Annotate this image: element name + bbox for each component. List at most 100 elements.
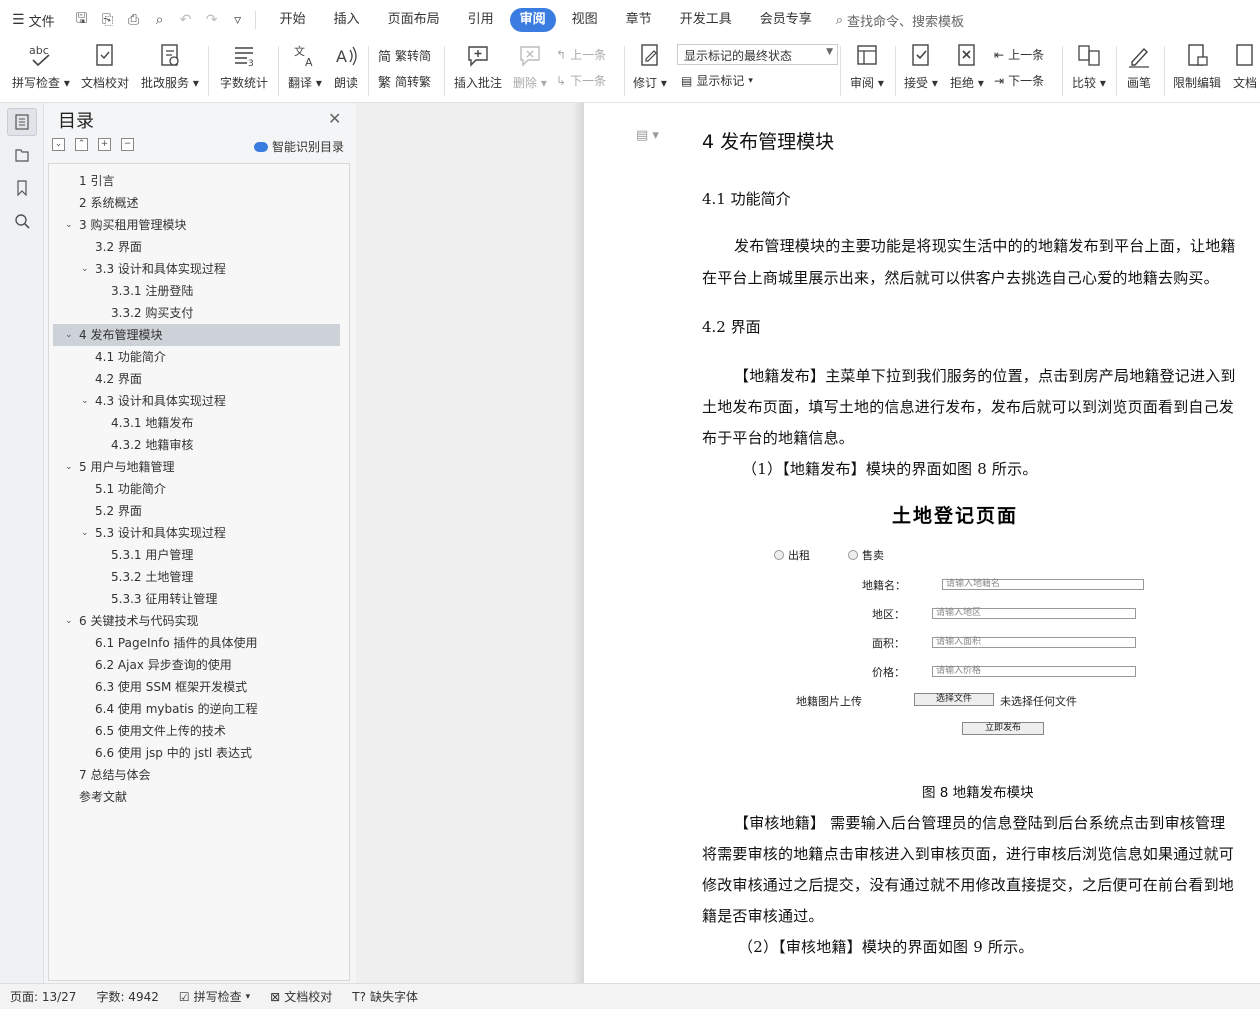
doc-proof-button[interactable]: 文档校对 xyxy=(81,40,129,91)
redo-icon[interactable]: ↷ xyxy=(203,12,221,28)
paragraph-menu-icon[interactable]: ▤ ▾ xyxy=(636,128,659,143)
tab-references[interactable]: 引用 xyxy=(456,8,506,32)
toc-item[interactable]: 5.1 功能简介 xyxy=(53,478,340,500)
toc-item[interactable]: 4.3.1 地籍发布 xyxy=(53,412,340,434)
trad-to-simp-button[interactable]: 简 繁转简 xyxy=(378,46,431,65)
document-page[interactable]: ▤ ▾ 4 发布管理模块 4.1 功能简介 发布管理模块的主要功能是将现实生活中… xyxy=(584,103,1260,983)
translate-button[interactable]: 文A 翻译 ▾ xyxy=(288,40,322,91)
word-count-indicator[interactable]: 字数: 4942 xyxy=(86,988,168,1005)
chevron-down-icon[interactable]: ⌄ xyxy=(81,258,89,280)
tab-view[interactable]: 视图 xyxy=(560,8,610,32)
toc-item[interactable]: 3.3.1 注册登陆 xyxy=(53,280,340,302)
compare-button[interactable]: 比较 ▾ xyxy=(1072,40,1106,91)
label-name: 地籍名： xyxy=(862,579,906,592)
save-icon[interactable]: 🖫 xyxy=(73,8,91,32)
tab-review[interactable]: 审阅 xyxy=(509,8,556,32)
tab-developer[interactable]: 开发工具 xyxy=(668,8,744,32)
toc-item[interactable]: 5.3.3 征用转让管理 xyxy=(53,588,340,610)
read-aloud-button[interactable]: A 朗读 xyxy=(333,40,359,91)
command-search[interactable]: ⌕ 查找命令、搜索模板 xyxy=(836,11,964,30)
toc-item[interactable]: 4.1 功能简介 xyxy=(53,346,340,368)
print-icon[interactable]: ⎙ xyxy=(125,12,143,28)
word-count-button[interactable]: 3 字数统计 xyxy=(220,40,268,91)
toc-item[interactable]: 5.2 界面 xyxy=(53,500,340,522)
bookmark-icon[interactable] xyxy=(7,174,37,202)
input-name: 请输入地籍名 xyxy=(942,579,1144,590)
next-change-button[interactable]: ⇥ 下一条 xyxy=(994,72,1044,89)
restrict-edit-button[interactable]: 限制编辑 xyxy=(1173,40,1221,91)
smart-toc-button[interactable]: 智能识别目录 xyxy=(254,138,344,155)
insert-comment-label: 插入批注 xyxy=(454,76,503,90)
annotate-service-button[interactable]: 批改服务 ▾ xyxy=(141,40,199,91)
print-preview-icon[interactable]: ⌕ xyxy=(151,12,169,28)
add-heading-icon[interactable]: + xyxy=(98,138,111,151)
reject-button[interactable]: 拒绝 ▾ xyxy=(950,40,984,91)
toc-item[interactable]: 6.5 使用文件上传的技术 xyxy=(53,720,340,742)
customize-qa-icon[interactable]: ▿ xyxy=(229,12,247,28)
collapse-all-icon[interactable]: ⌃ xyxy=(75,138,88,151)
chevron-down-icon[interactable]: ⌄ xyxy=(65,456,73,478)
toc-item[interactable]: 6.3 使用 SSM 框架开发模式 xyxy=(53,676,340,698)
review-pane-button[interactable]: 审阅 ▾ xyxy=(850,40,884,91)
missing-font-status[interactable]: T? 缺失字体 xyxy=(342,988,428,1005)
doc-rights-button[interactable]: 文档 xyxy=(1232,40,1258,91)
chevron-down-icon[interactable]: ⌄ xyxy=(65,324,73,346)
export-pdf-icon[interactable]: ⎘ xyxy=(99,12,117,28)
ink-button[interactable]: 画笔 xyxy=(1126,40,1152,91)
toc-item[interactable]: 4.3.2 地籍审核 xyxy=(53,434,340,456)
toc-item[interactable]: 1 引言 xyxy=(53,170,340,192)
expand-all-icon[interactable]: ⌄ xyxy=(52,138,65,151)
toc-item[interactable]: 2 系统概述 xyxy=(53,192,340,214)
toc-item[interactable]: 6.4 使用 mybatis 的逆向工程 xyxy=(53,698,340,720)
delete-comment-button[interactable]: 删除 ▾ xyxy=(513,40,547,91)
toc-item[interactable]: ⌄ 6 关键技术与代码实现 xyxy=(53,610,340,632)
tab-insert[interactable]: 插入 xyxy=(322,8,372,32)
paragraph-line: 修改审核通过之后提交，没有通过就不用修改直接提交，之后便可在前台看到地 xyxy=(702,876,1235,894)
tab-member[interactable]: 会员专享 xyxy=(748,8,824,32)
undo-icon[interactable]: ↶ xyxy=(177,12,195,28)
toc-item[interactable]: ⌄ 4.3 设计和具体实现过程 xyxy=(53,390,340,412)
toc-item[interactable]: 5.3.1 用户管理 xyxy=(53,544,340,566)
toc-item[interactable]: 3.2 界面 xyxy=(53,236,340,258)
chapter-pane-icon[interactable] xyxy=(7,141,37,169)
toc-item[interactable]: 6.2 Ajax 异步查询的使用 xyxy=(53,654,340,676)
accept-button[interactable]: 接受 ▾ xyxy=(904,40,938,91)
page-indicator[interactable]: 页面: 13/27 xyxy=(0,988,86,1005)
chevron-down-icon[interactable]: ⌄ xyxy=(65,610,73,632)
toc-item[interactable]: 参考文献 xyxy=(53,786,340,808)
tab-home[interactable]: 开始 xyxy=(268,8,318,32)
toc-item[interactable]: ⌄ 3 购买租用管理模块 xyxy=(53,214,340,236)
show-markup-button[interactable]: ▤ 显示标记 ▾ xyxy=(681,72,753,89)
toc-item[interactable]: 3.3.2 购买支付 xyxy=(53,302,340,324)
tab-page-layout[interactable]: 页面布局 xyxy=(376,8,452,32)
toc-item[interactable]: 6.1 PageInfo 插件的具体使用 xyxy=(53,632,340,654)
toc-item[interactable]: ⌄ 4 发布管理模块 xyxy=(53,324,340,346)
prev-change-button[interactable]: ⇤ 上一条 xyxy=(994,46,1044,63)
toc-item[interactable]: 7 总结与体会 xyxy=(53,764,340,786)
spell-check-status[interactable]: ☑ 拼写检查 ▾ xyxy=(169,988,260,1005)
search-icon[interactable] xyxy=(7,207,37,235)
toc-item[interactable]: ⌄ 5.3 设计和具体实现过程 xyxy=(53,522,340,544)
toc-item[interactable]: 5.3.2 土地管理 xyxy=(53,566,340,588)
insert-comment-button[interactable]: 插入批注 xyxy=(454,40,502,91)
toc-item[interactable]: ⌄ 5 用户与地籍管理 xyxy=(53,456,340,478)
chevron-down-icon[interactable]: ⌄ xyxy=(81,522,89,544)
chevron-down-icon[interactable]: ⌄ xyxy=(81,390,89,412)
toc-item[interactable]: ⌄ 3.3 设计和具体实现过程 xyxy=(53,258,340,280)
label-region: 地区： xyxy=(872,608,905,621)
chevron-down-icon[interactable]: ⌄ xyxy=(65,214,73,236)
next-comment-button[interactable]: ↳ 下一条 xyxy=(556,72,606,89)
toc-pane-icon[interactable] xyxy=(7,108,37,136)
file-menu[interactable]: ☰ 文件 xyxy=(0,0,65,40)
spell-check-button[interactable]: abc 拼写检查 ▾ xyxy=(12,40,70,91)
remove-heading-icon[interactable]: − xyxy=(121,138,134,151)
display-mode-select[interactable]: 显示标记的最终状态 ▼ xyxy=(677,44,838,65)
prev-comment-button[interactable]: ↰ 上一条 xyxy=(556,46,606,63)
doc-proof-status[interactable]: ⊠ 文档校对 xyxy=(260,988,342,1005)
tab-section[interactable]: 章节 xyxy=(614,8,664,32)
toc-item[interactable]: 4.2 界面 xyxy=(53,368,340,390)
track-changes-button[interactable]: 修订 ▾ xyxy=(633,40,667,91)
close-icon[interactable]: ✕ xyxy=(328,109,341,128)
toc-item[interactable]: 6.6 使用 jsp 中的 jstl 表达式 xyxy=(53,742,340,764)
simp-to-trad-button[interactable]: 繁 简转繁 xyxy=(378,72,431,91)
